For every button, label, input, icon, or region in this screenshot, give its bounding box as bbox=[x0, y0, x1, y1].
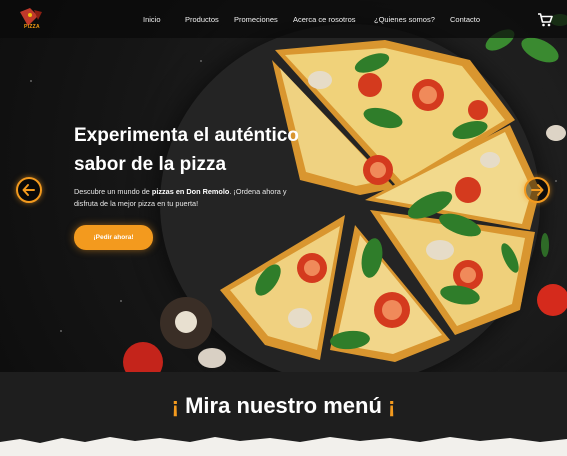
hero-description-part1: Descubre un mundo de bbox=[74, 187, 152, 196]
torn-paper-edge bbox=[0, 437, 567, 456]
hero-headline-line2: sabor de la pizza bbox=[74, 154, 227, 175]
nav-link-inicio[interactable]: Inicio bbox=[143, 15, 161, 24]
shopping-cart-icon[interactable] bbox=[537, 13, 553, 27]
navbar: PIZZA Inicio Productos Promeciones Acerc… bbox=[0, 0, 567, 38]
hero-description: Descubre un mundo de pizzas en Don Remol… bbox=[74, 186, 304, 209]
arrow-right-icon bbox=[531, 184, 544, 196]
nav-link-promociones[interactable]: Promeciones bbox=[234, 15, 278, 24]
menu-title: ¡ Mira nuestro menú ¡ bbox=[0, 393, 567, 419]
menu-title-text: Mira nuestro menú bbox=[185, 393, 382, 418]
menu-title-close-mark: ¡ bbox=[388, 393, 396, 418]
nav-link-contacto[interactable]: Contacto bbox=[450, 15, 480, 24]
hero-headline-line1: Experimenta el auténtico bbox=[74, 125, 299, 146]
hero-description-bold: pizzas en Don Remolo bbox=[151, 187, 230, 196]
carousel-next-button[interactable] bbox=[524, 177, 550, 203]
logo-text: PIZZA bbox=[24, 24, 40, 30]
nav-link-productos[interactable]: Productos bbox=[185, 15, 219, 24]
arrow-left-icon bbox=[22, 184, 35, 196]
nav-link-quienes-somos[interactable]: ¿Quienes somos? bbox=[374, 15, 435, 24]
hero-banner: PIZZA Inicio Productos Promeciones Acerc… bbox=[0, 0, 567, 372]
hero-headline: Experimenta el auténtico sabor de la piz… bbox=[74, 121, 299, 179]
nav-link-acerca[interactable]: Acerca ce rosotros bbox=[293, 15, 356, 24]
order-now-button[interactable]: ¡Pedir ahora! bbox=[74, 225, 153, 250]
carousel-prev-button[interactable] bbox=[16, 177, 42, 203]
menu-title-open-mark: ¡ bbox=[171, 393, 179, 418]
